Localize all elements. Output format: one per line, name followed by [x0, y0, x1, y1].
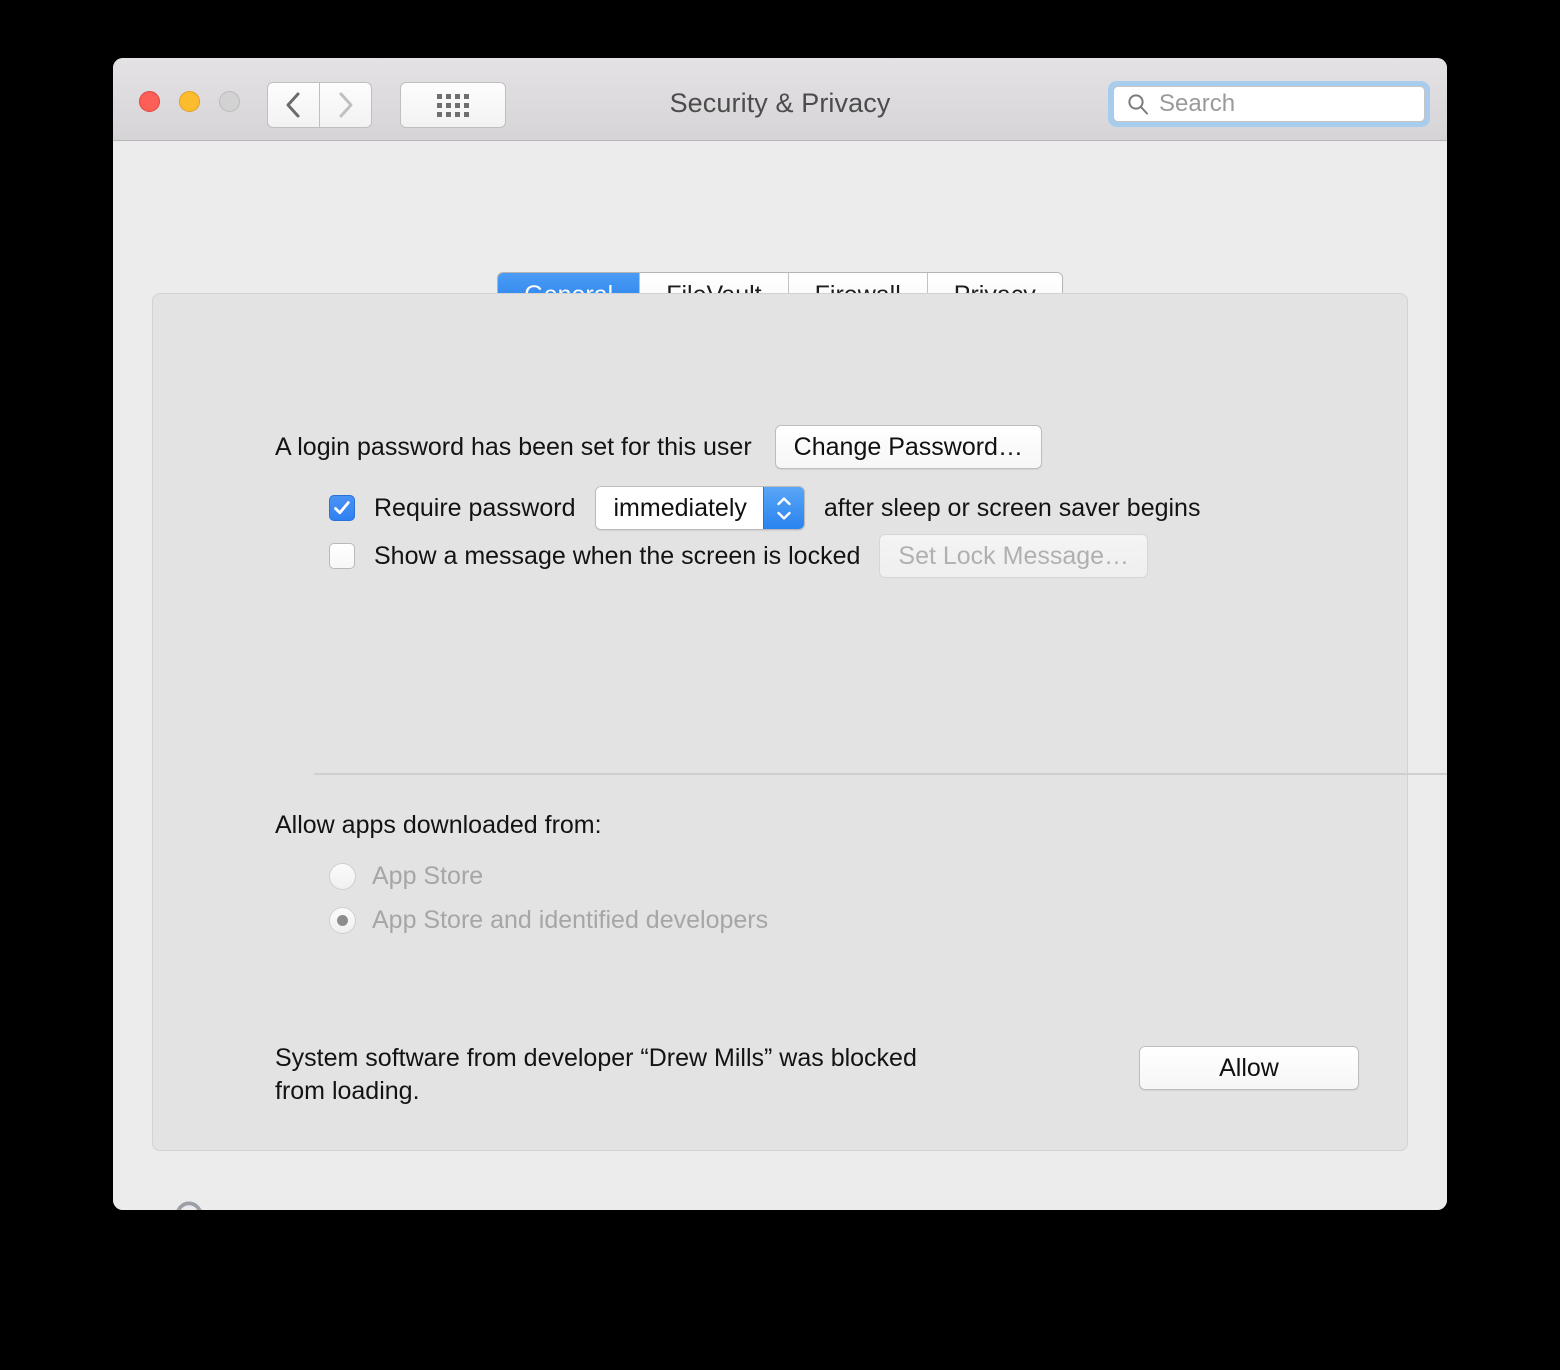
require-password-delay-value: immediately: [596, 487, 763, 529]
set-lock-message-button[interactable]: Set Lock Message…: [879, 534, 1148, 578]
search-field[interactable]: Search: [1113, 86, 1425, 122]
window-titlebar: Security & Privacy Search: [113, 58, 1447, 141]
radio-selected-dot: [337, 915, 348, 926]
radio-app-store[interactable]: [329, 863, 356, 890]
show-lock-message-checkbox[interactable]: [329, 543, 355, 569]
require-password-delay-select[interactable]: immediately: [595, 486, 805, 530]
general-settings-panel: A login password has been set for this u…: [152, 293, 1408, 1151]
padlock-icon: [165, 1197, 213, 1210]
radio-app-store-and-identified-developers-label: App Store and identified developers: [372, 906, 768, 935]
search-input[interactable]: Search: [1159, 90, 1235, 118]
allow-button-wrap: Allow: [1139, 1046, 1359, 1090]
radio-app-store-label: App Store: [372, 862, 483, 891]
allow-apps-heading: Allow apps downloaded from:: [275, 811, 602, 840]
blocked-software-notice: System software from developer “Drew Mil…: [275, 1042, 1275, 1109]
change-password-button[interactable]: Change Password…: [775, 425, 1042, 469]
require-password-checkbox[interactable]: [329, 495, 355, 521]
lock-message-row: Show a message when the screen is locked…: [329, 534, 1148, 578]
allow-apps-option-identified-developers[interactable]: App Store and identified developers: [329, 906, 768, 935]
search-field-focus-ring: Search: [1108, 81, 1430, 127]
require-password-suffix-label: after sleep or screen saver begins: [824, 494, 1201, 523]
allow-button[interactable]: Allow: [1139, 1046, 1359, 1090]
search-icon: [1126, 92, 1150, 116]
chevron-down-icon: [775, 510, 793, 521]
require-password-row: Require password immediately after sleep…: [329, 486, 1200, 530]
blocked-software-line2: from loading.: [275, 1075, 1035, 1108]
stepper-arrows-icon[interactable]: [763, 487, 804, 529]
require-password-label: Require password: [374, 494, 576, 523]
radio-app-store-and-identified-developers[interactable]: [329, 907, 356, 934]
login-password-status-text: A login password has been set for this u…: [275, 433, 752, 462]
lock-closed-icon[interactable]: [165, 1197, 213, 1210]
allow-apps-heading-row: Allow apps downloaded from:: [275, 811, 602, 840]
show-lock-message-label: Show a message when the screen is locked: [374, 542, 860, 571]
section-divider: [314, 773, 1447, 775]
allow-apps-option-appstore[interactable]: App Store: [329, 862, 483, 891]
login-password-row: A login password has been set for this u…: [275, 425, 1042, 469]
checkmark-icon: [333, 499, 351, 517]
window-body: General FileVault Firewall Privacy A log…: [113, 141, 1447, 1210]
chevron-up-icon: [775, 496, 793, 507]
lock-row: Click the lock to make changes.: [165, 1197, 599, 1210]
security-privacy-window: Security & Privacy Search General FileVa…: [113, 58, 1447, 1210]
blocked-software-line1: System software from developer “Drew Mil…: [275, 1042, 1035, 1075]
